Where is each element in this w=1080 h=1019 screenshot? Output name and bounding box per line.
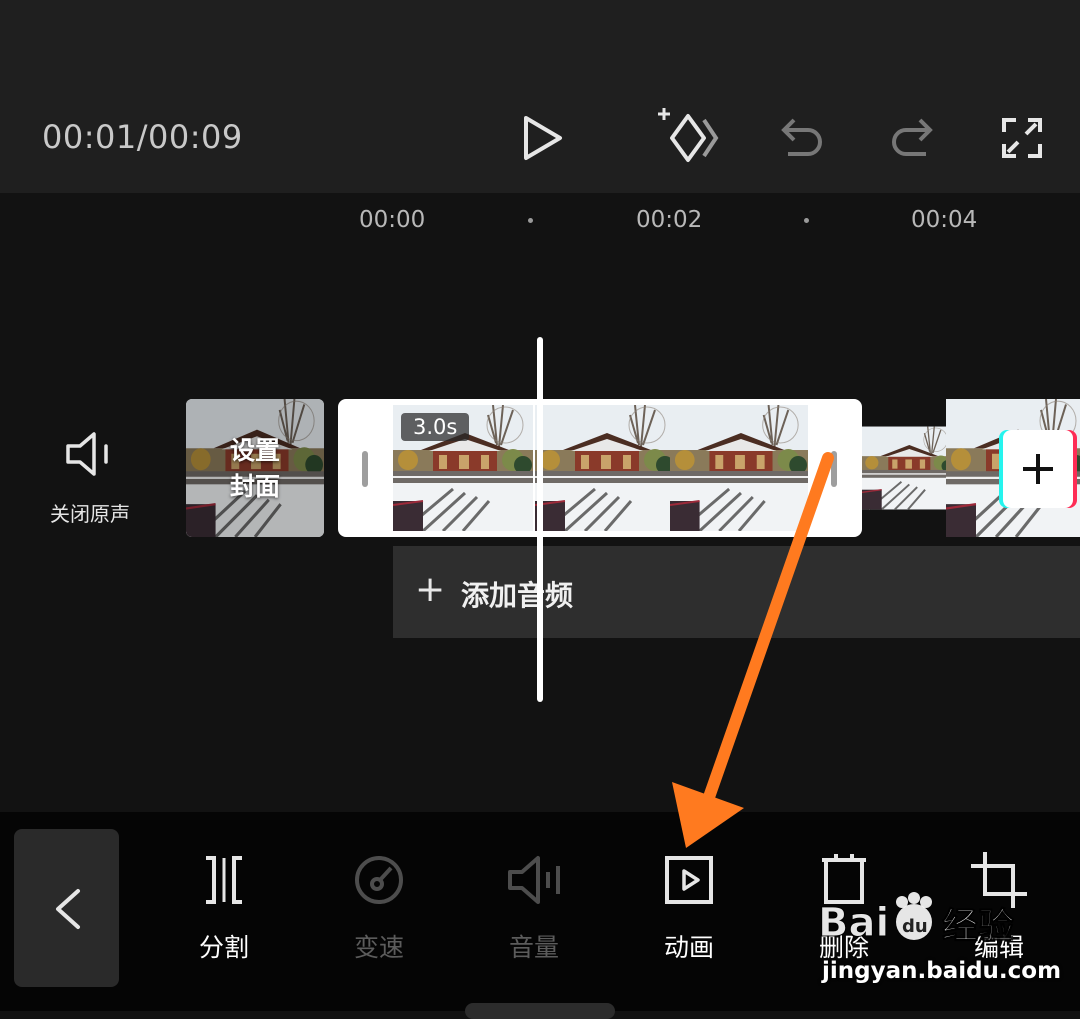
svg-text:经验: 经验 (942, 906, 1014, 947)
watermark-url: jingyan.baidu.com (822, 958, 1062, 984)
svg-text:Bai: Bai (818, 900, 889, 946)
annotation-arrow (672, 452, 834, 848)
baidu-watermark-logo: Bai du 经验 (818, 892, 1015, 948)
svg-text:du: du (902, 916, 928, 937)
